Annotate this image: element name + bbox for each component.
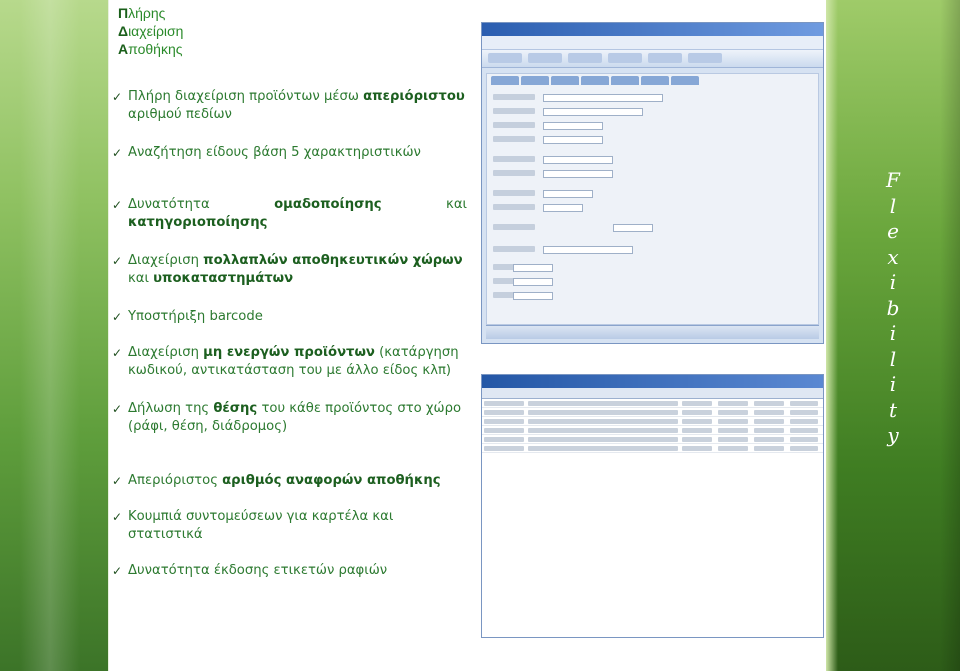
vertical-letter: b <box>886 295 900 320</box>
feature-text: Υποστήριξη barcode <box>128 309 263 324</box>
heading-line-3: Αποθήκης <box>118 41 183 57</box>
product-form-screenshot <box>481 22 824 344</box>
slide-heading: Πλήρης Διαχείριση Αποθήκης <box>118 4 183 58</box>
heading-word-3-rest: ποθήκης <box>128 41 183 57</box>
check-icon: ✓ <box>112 146 123 160</box>
feature-item: ✓ Πλήρη διαχείριση προϊόντων μέσω απεριό… <box>112 88 467 124</box>
feature-bold: ομαδοποίησης <box>274 197 382 212</box>
card-table-row <box>482 435 823 444</box>
vertical-word: Flexibility <box>878 168 908 449</box>
card-table-row <box>482 408 823 417</box>
left-green-band <box>0 0 112 671</box>
product-card-screenshot <box>481 374 824 638</box>
feature-text-post: και <box>446 197 467 212</box>
check-icon: ✓ <box>112 90 123 104</box>
feature-text: Διαχείριση <box>128 253 204 268</box>
feature-item: ✓ Απεριόριστος αριθμός αναφορών αποθήκης <box>112 472 467 490</box>
feature-justified-line: Δυνατότητα ομαδοποίησης και <box>128 196 467 214</box>
feature-item: ✓ Κουμπιά συντομεύσεων για καρτέλα και σ… <box>112 508 467 544</box>
feature-bold: αριθμός αναφορών αποθήκης <box>222 473 441 488</box>
feature-item: ✓ Αναζήτηση είδους βάση 5 χαρακτηριστικώ… <box>112 144 467 162</box>
check-icon: ✓ <box>112 510 123 524</box>
check-icon: ✓ <box>112 198 123 212</box>
heading-line-1: Πλήρης <box>118 5 166 21</box>
feature-text: Δήλωση της <box>128 401 214 416</box>
card-table-row <box>482 444 823 453</box>
vertical-letter: i <box>889 372 897 396</box>
heading-word-2-rest: ιαχείριση <box>128 23 184 39</box>
vertical-letter: t <box>888 397 898 422</box>
card-table-row <box>482 417 823 426</box>
vertical-letter: e <box>887 219 899 243</box>
feature-text: Κουμπιά συντομεύσεων για καρτέλα και <box>128 509 394 524</box>
check-icon: ✓ <box>112 310 123 324</box>
feature-bold: πολλαπλών αποθηκευτικών χώρων <box>203 253 463 268</box>
vertical-letter: l <box>889 193 897 218</box>
feature-text: Απεριόριστος <box>128 473 223 488</box>
feature-item: ✓ Δυνατότητα έκδοσης ετικετών ραφιών <box>112 562 467 580</box>
feature-bold-line2: κατηγοριοποίησης <box>128 215 268 230</box>
feature-text-line2: στατιστικά <box>128 527 203 542</box>
form-titlebar <box>482 23 823 36</box>
feature-item: ✓ Υποστήριξη barcode <box>112 308 467 326</box>
form-body <box>486 73 819 325</box>
feature-item: ✓ Δυνατότητα ομαδοποίησης και κατηγοριοπ… <box>112 196 467 232</box>
feature-text: Διαχείριση <box>128 345 204 360</box>
feature-bold-2: υποκαταστημάτων <box>153 271 294 286</box>
feature-text-post: αριθμού πεδίων <box>128 107 232 122</box>
feature-justified-line: Κουμπιά συντομεύσεων για καρτέλα και <box>128 508 467 526</box>
check-icon: ✓ <box>112 564 123 578</box>
vertical-letter: i <box>889 270 897 294</box>
card-table-row <box>482 426 823 435</box>
vertical-letter: l <box>889 346 897 371</box>
card-titlebar <box>482 375 823 388</box>
card-table-row <box>482 399 823 408</box>
form-bottom-bar <box>486 325 819 339</box>
form-tabs <box>487 74 818 86</box>
feature-item: ✓ Διαχείριση πολλαπλών αποθηκευτικών χώρ… <box>112 252 467 288</box>
vertical-letter: F <box>886 168 900 192</box>
feature-bold: μη ενεργών προϊόντων <box>203 345 375 360</box>
vertical-letter: i <box>889 321 897 345</box>
feature-bold: απεριόριστου <box>363 89 465 104</box>
feature-text-post: και <box>128 271 154 286</box>
feature-bold: θέσης <box>213 401 258 416</box>
feature-text: Δυνατότητα έκδοσης ετικετών ραφιών <box>128 563 388 578</box>
check-icon: ✓ <box>112 254 123 268</box>
vertical-letter: x <box>887 244 899 269</box>
form-ribbon <box>482 50 823 68</box>
feature-item: ✓ Διαχείριση μη ενεργών προϊόντων (κατάρ… <box>112 344 467 380</box>
card-table-header <box>482 388 823 399</box>
check-icon: ✓ <box>112 474 123 488</box>
form-toolbar <box>482 36 823 50</box>
feature-text: Αναζήτηση είδους βάση 5 χαρακτηριστικών <box>128 145 421 160</box>
feature-text: Πλήρη διαχείριση προϊόντων μέσω <box>128 89 364 104</box>
check-icon: ✓ <box>112 402 123 416</box>
feature-item: ✓ Δήλωση της θέσης του κάθε προϊόντος στ… <box>112 400 467 436</box>
heading-line-2: Διαχείριση <box>118 23 184 39</box>
vertical-letter: y <box>887 423 899 447</box>
check-icon: ✓ <box>112 346 123 360</box>
card-table-rows <box>482 399 823 453</box>
feature-text: Δυνατότητα <box>128 197 210 212</box>
heading-word-1-rest: λήρης <box>128 5 166 21</box>
